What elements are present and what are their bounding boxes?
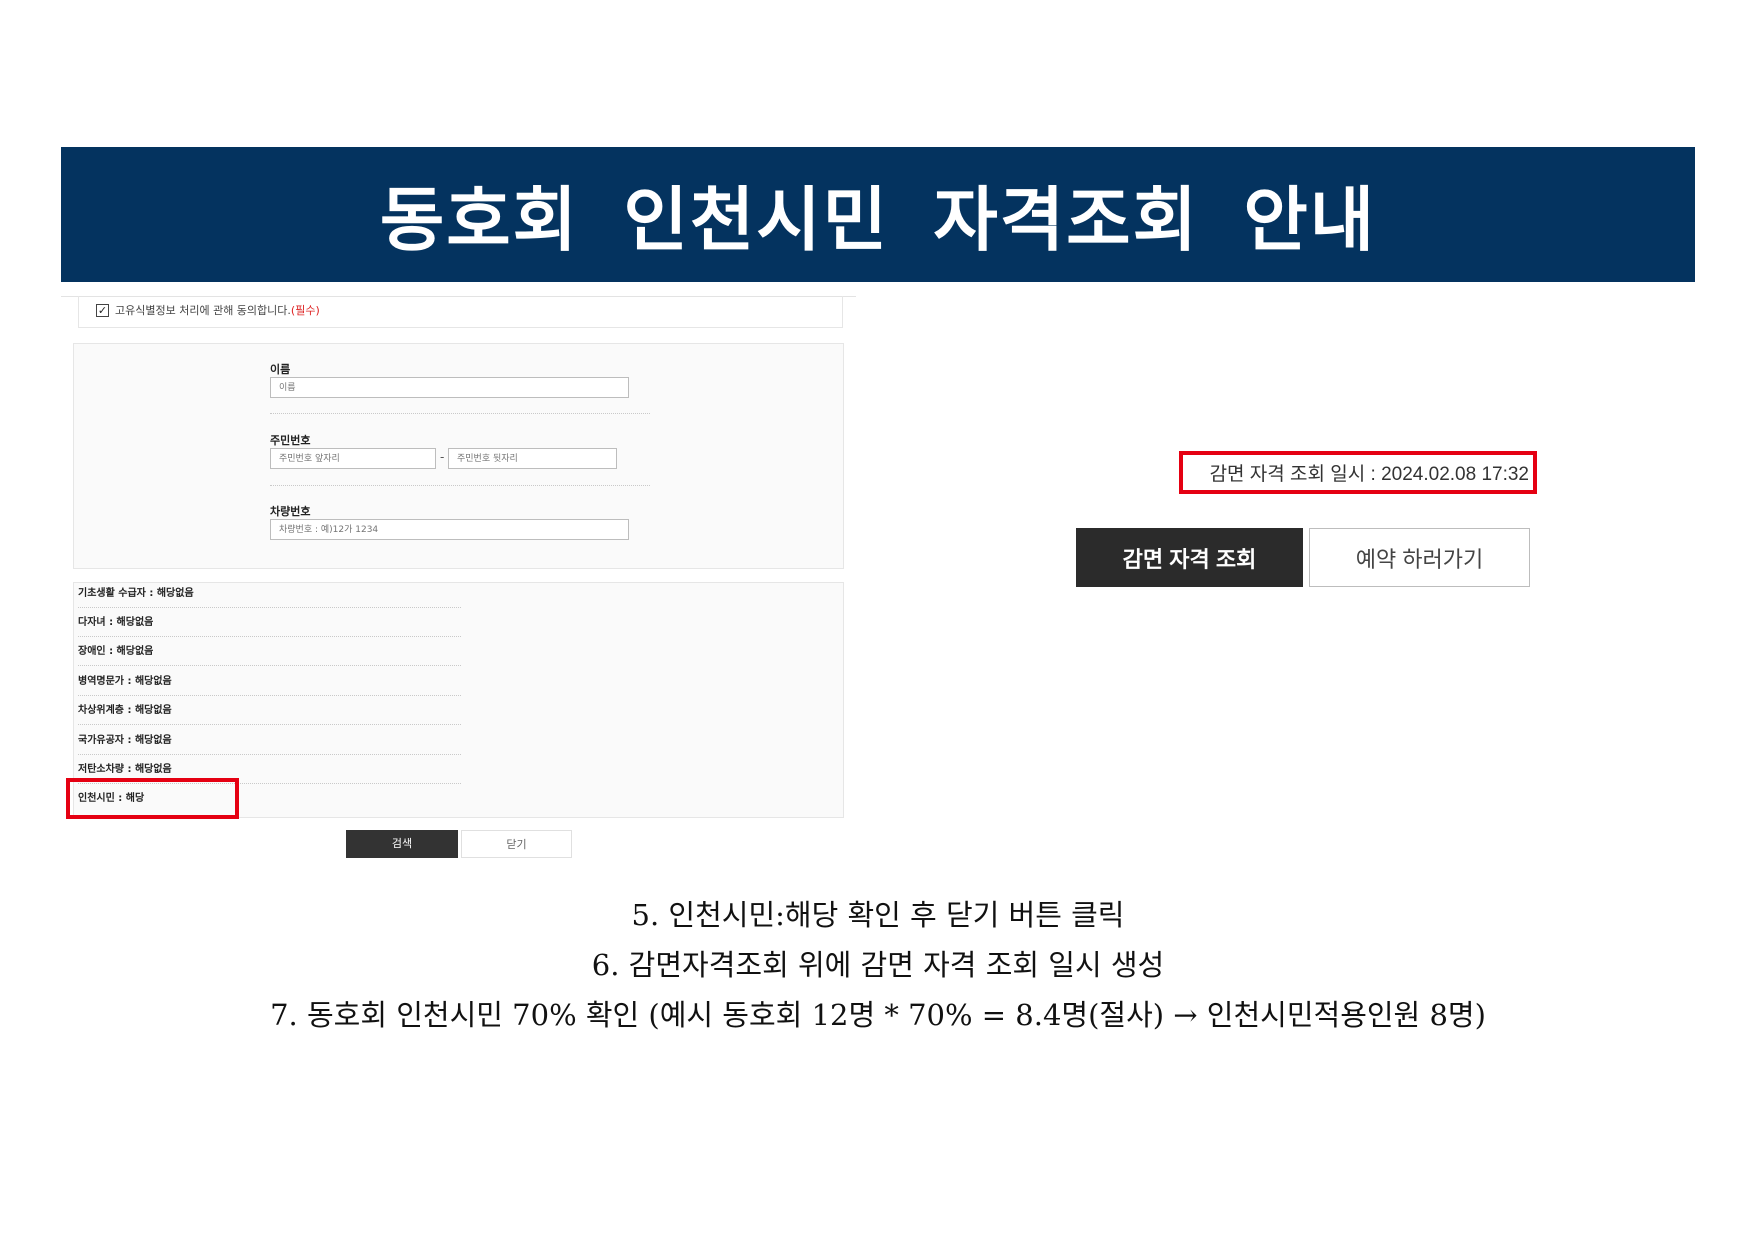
close-button[interactable]: 닫기 [461,830,572,858]
instruction-step-5: 5. 인천시민:해당 확인 후 닫기 버튼 클릭 [631,898,1125,932]
page-title: 동호회 인천시민 자격조회 안내 [379,179,1377,261]
check-time-text: 감면 자격 조회 일시 : 2024.02.08 17:32 [1209,464,1529,485]
consent-label: 고유식별정보 처리에 관해 동의합니다.(필수) [115,302,320,318]
instruction-step-7: 7. 동호회 인천시민 70% 확인 (예시 동호회 12명 * 70% = 8… [270,998,1486,1032]
car-number-label: 차량번호 [270,505,311,518]
highlight-box-incheon-citizen [66,778,239,819]
result-row: 차상위계층 : 해당없음 [78,697,461,725]
form-divider [270,413,650,414]
result-row: 장애인 : 해당없음 [78,638,461,666]
go-reserve-button[interactable]: 예약 하러가기 [1309,528,1530,587]
instruction-step-6: 6. 감면자격조회 위에 감면 자격 조회 일시 생성 [591,948,1165,982]
rrn-label: 주민번호 [270,434,311,447]
result-row: 국가유공자 : 해당없음 [78,727,461,755]
instruction-list: 5. 인천시민:해당 확인 후 닫기 버튼 클릭 6. 감면자격조회 위에 감면… [61,890,1695,1040]
rrn-separator: - [440,450,445,464]
name-label: 이름 [270,363,291,376]
rrn-back-input[interactable] [448,448,617,469]
consent-required: (필수) [290,304,320,317]
result-row: 병역명문가 : 해당없음 [78,668,461,696]
car-number-input[interactable] [270,519,629,540]
form-divider [270,485,650,486]
check-time-highlight: 감면 자격 조회 일시 : 2024.02.08 17:32 [1179,451,1537,494]
name-input[interactable] [270,377,629,398]
check-eligibility-button[interactable]: 감면 자격 조회 [1076,528,1303,587]
result-row: 기초생활 수급자 : 해당없음 [78,580,461,608]
consent-checkbox[interactable]: ✓ [96,304,109,317]
title-banner: 동호회 인천시민 자격조회 안내 [61,147,1695,282]
consent-text: 고유식별정보 처리에 관해 동의합니다. [115,304,291,317]
result-row: 다자녀 : 해당없음 [78,609,461,637]
rrn-front-input[interactable] [270,448,436,469]
search-button[interactable]: 검색 [346,830,458,858]
